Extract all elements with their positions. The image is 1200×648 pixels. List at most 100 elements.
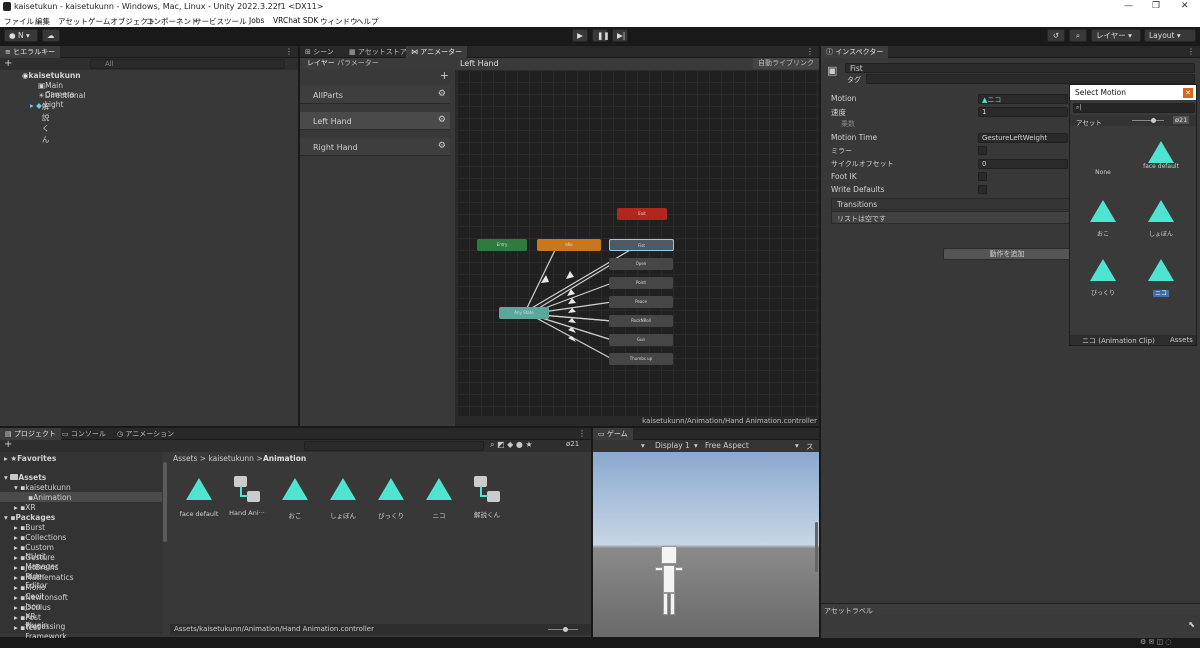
motion-item-none[interactable]: None: [1078, 169, 1128, 176]
menu-help[interactable]: ヘルプ: [356, 16, 379, 27]
close-button[interactable]: ✕: [1181, 1, 1189, 11]
state-gun[interactable]: Gun: [609, 334, 673, 346]
state-name-field[interactable]: Fist: [845, 63, 1195, 73]
pause-icon[interactable]: ❚❚: [592, 29, 610, 42]
add-layer-icon[interactable]: +: [440, 69, 449, 82]
motion-item-bikkuri[interactable]: びっくり: [1078, 259, 1128, 297]
layer-right-hand[interactable]: Right Hand ⚙: [300, 138, 450, 156]
hierarchy-item-directional-light[interactable]: ☀ Directional Light: [38, 91, 85, 109]
mirror-checkbox[interactable]: [978, 146, 987, 155]
folder-kaisetukunn[interactable]: ▾ ▪ kaisetukunn: [14, 483, 71, 492]
tab-parameters[interactable]: パラメーター: [332, 58, 384, 69]
state-open[interactable]: Open: [609, 258, 673, 270]
state-any[interactable]: Any State: [499, 307, 549, 319]
asset-kaisetukun[interactable]: 解説くん: [462, 476, 512, 519]
project-search-input[interactable]: [304, 441, 484, 451]
write-defaults-checkbox[interactable]: [978, 185, 987, 194]
display-dropdown[interactable]: Display 1: [655, 441, 690, 450]
hierarchy-item-kaisetukun[interactable]: ▸ ◆ 解説くん: [30, 101, 49, 144]
state-thumbs-up[interactable]: Thumbs up: [609, 353, 673, 365]
hierarchy-search-input[interactable]: All: [90, 59, 285, 69]
auto-live-link-toggle[interactable]: 自動ライブリンク: [753, 58, 819, 69]
add-icon[interactable]: +: [4, 439, 12, 450]
package-item[interactable]: ▸ ▪ Oculus XR Plugin: [14, 603, 51, 630]
more-icon[interactable]: ⋮: [1187, 47, 1195, 56]
tab-hierarchy[interactable]: ≡ ヒエラルキー: [0, 46, 61, 58]
folder-xr[interactable]: ▸ ▪ XR: [14, 503, 36, 512]
package-item[interactable]: ▸ ▪ Collections: [14, 533, 66, 542]
package-item[interactable]: ▸ ▪ Custom NUnit: [14, 543, 54, 561]
cycle-offset-field[interactable]: 0: [978, 159, 1068, 169]
menu-vrchat-sdk[interactable]: VRChat SDK: [273, 16, 318, 25]
tag-icon[interactable]: ⬉: [1188, 620, 1195, 629]
asset-oko[interactable]: おこ: [270, 478, 320, 520]
cloud-icon[interactable]: ☁: [42, 29, 60, 42]
asset-face-default[interactable]: face default: [174, 478, 224, 518]
game-viewport[interactable]: [593, 452, 819, 637]
menu-services[interactable]: サービス: [194, 16, 224, 27]
favorites-node[interactable]: ▸ ★ Favorites: [4, 454, 56, 463]
gear-icon[interactable]: ⚙: [438, 89, 446, 99]
motion-time-field[interactable]: GestureLeftWeight: [978, 133, 1068, 143]
layers-dropdown[interactable]: レイヤー ▾: [1091, 29, 1141, 42]
maximize-button[interactable]: ❐: [1152, 1, 1160, 11]
menu-component[interactable]: コンポーネント: [146, 16, 199, 27]
state-idle[interactable]: Idle: [537, 239, 601, 251]
package-item[interactable]: ▸ ▪ JetBrains Rider Editor: [14, 563, 59, 590]
scene-root[interactable]: ◉ kaisetukunn: [22, 71, 81, 80]
motion-search-input[interactable]: ⌕|: [1073, 103, 1195, 113]
tab-animator[interactable]: ⋈ アニメーター: [406, 46, 468, 58]
state-rocknroll[interactable]: RockNRoll: [609, 315, 673, 327]
layout-dropdown[interactable]: Layout ▾: [1144, 29, 1196, 42]
state-peace[interactable]: Peace: [609, 296, 673, 308]
menu-tools[interactable]: ツール: [224, 16, 247, 27]
menu-edit[interactable]: 編集: [35, 16, 50, 27]
assets-node[interactable]: ▾ Assets: [4, 473, 46, 482]
package-item[interactable]: ▸ ▪ Test Framework: [14, 623, 67, 641]
state-entry[interactable]: Entry: [477, 239, 527, 251]
tab-inspector[interactable]: ⓘ インスペクター: [821, 46, 889, 58]
package-item[interactable]: ▸ ▪ Post Processing: [14, 613, 65, 631]
layer-allparts[interactable]: AllParts ⚙: [300, 86, 450, 104]
animator-breadcrumb[interactable]: Left Hand: [460, 59, 499, 68]
package-item[interactable]: ▸ ▪ Burst: [14, 523, 45, 532]
package-item[interactable]: ▸ ▪ Gesture Manager: [14, 553, 58, 571]
tab-game[interactable]: ▭ ゲーム: [593, 428, 633, 440]
package-item[interactable]: ▸ ▪ Mathematics: [14, 573, 74, 582]
chevron-down-icon[interactable]: ▾: [694, 441, 698, 450]
history-icon[interactable]: ↺: [1047, 29, 1065, 42]
aspect-dropdown[interactable]: Free Aspect: [705, 441, 749, 450]
tab-console[interactable]: ▭ コンソール: [57, 428, 111, 440]
packages-node[interactable]: ▾ ▪ Packages: [4, 513, 55, 522]
asset-niko[interactable]: ニコ: [414, 478, 464, 520]
hierarchy-item-main-camera[interactable]: ▣ Main Camera: [38, 81, 75, 99]
asset-bikkuri[interactable]: びっくり: [366, 478, 416, 520]
icon-size-slider[interactable]: [1132, 120, 1164, 121]
motion-item-face-default[interactable]: face default: [1136, 141, 1186, 170]
tab-assets[interactable]: アセット: [1076, 117, 1102, 127]
asset-hand-animation[interactable]: Hand Ani···: [222, 476, 272, 517]
motion-field[interactable]: ▲ニコ: [978, 94, 1068, 104]
motion-item-oko[interactable]: おこ: [1078, 200, 1128, 238]
add-behaviour-button[interactable]: 動作を追加: [943, 248, 1071, 260]
tab-animation[interactable]: ◷ アニメーション: [112, 428, 179, 440]
step-icon[interactable]: ▶|: [612, 29, 628, 42]
slider-handle[interactable]: [1151, 118, 1156, 123]
menu-assets[interactable]: アセット: [58, 16, 88, 27]
menu-window[interactable]: ウィンドウ: [320, 16, 358, 27]
game-scrollbar[interactable]: [815, 522, 818, 572]
foot-ik-checkbox[interactable]: [978, 172, 987, 181]
asset-shobon[interactable]: しょぼん: [318, 478, 368, 520]
menu-jobs[interactable]: Jobs: [249, 16, 264, 25]
minimize-button[interactable]: —: [1124, 1, 1133, 11]
zoom-slider-handle[interactable]: [563, 627, 568, 632]
package-item[interactable]: ▸ ▪ Newtonsoft Json: [14, 593, 68, 611]
status-icons[interactable]: ⚙ ✉ ◫ ◌: [1140, 638, 1172, 646]
play-icon[interactable]: ▶: [572, 29, 588, 42]
search-icon[interactable]: ⌕: [1069, 29, 1087, 42]
layer-left-hand[interactable]: Left Hand ⚙: [300, 112, 450, 130]
tree-scrollbar[interactable]: [163, 462, 167, 542]
gear-icon[interactable]: ⚙: [438, 141, 446, 151]
tab-asset-store[interactable]: ▦ アセットストア: [344, 46, 412, 58]
gear-icon[interactable]: ⚙: [438, 115, 446, 125]
